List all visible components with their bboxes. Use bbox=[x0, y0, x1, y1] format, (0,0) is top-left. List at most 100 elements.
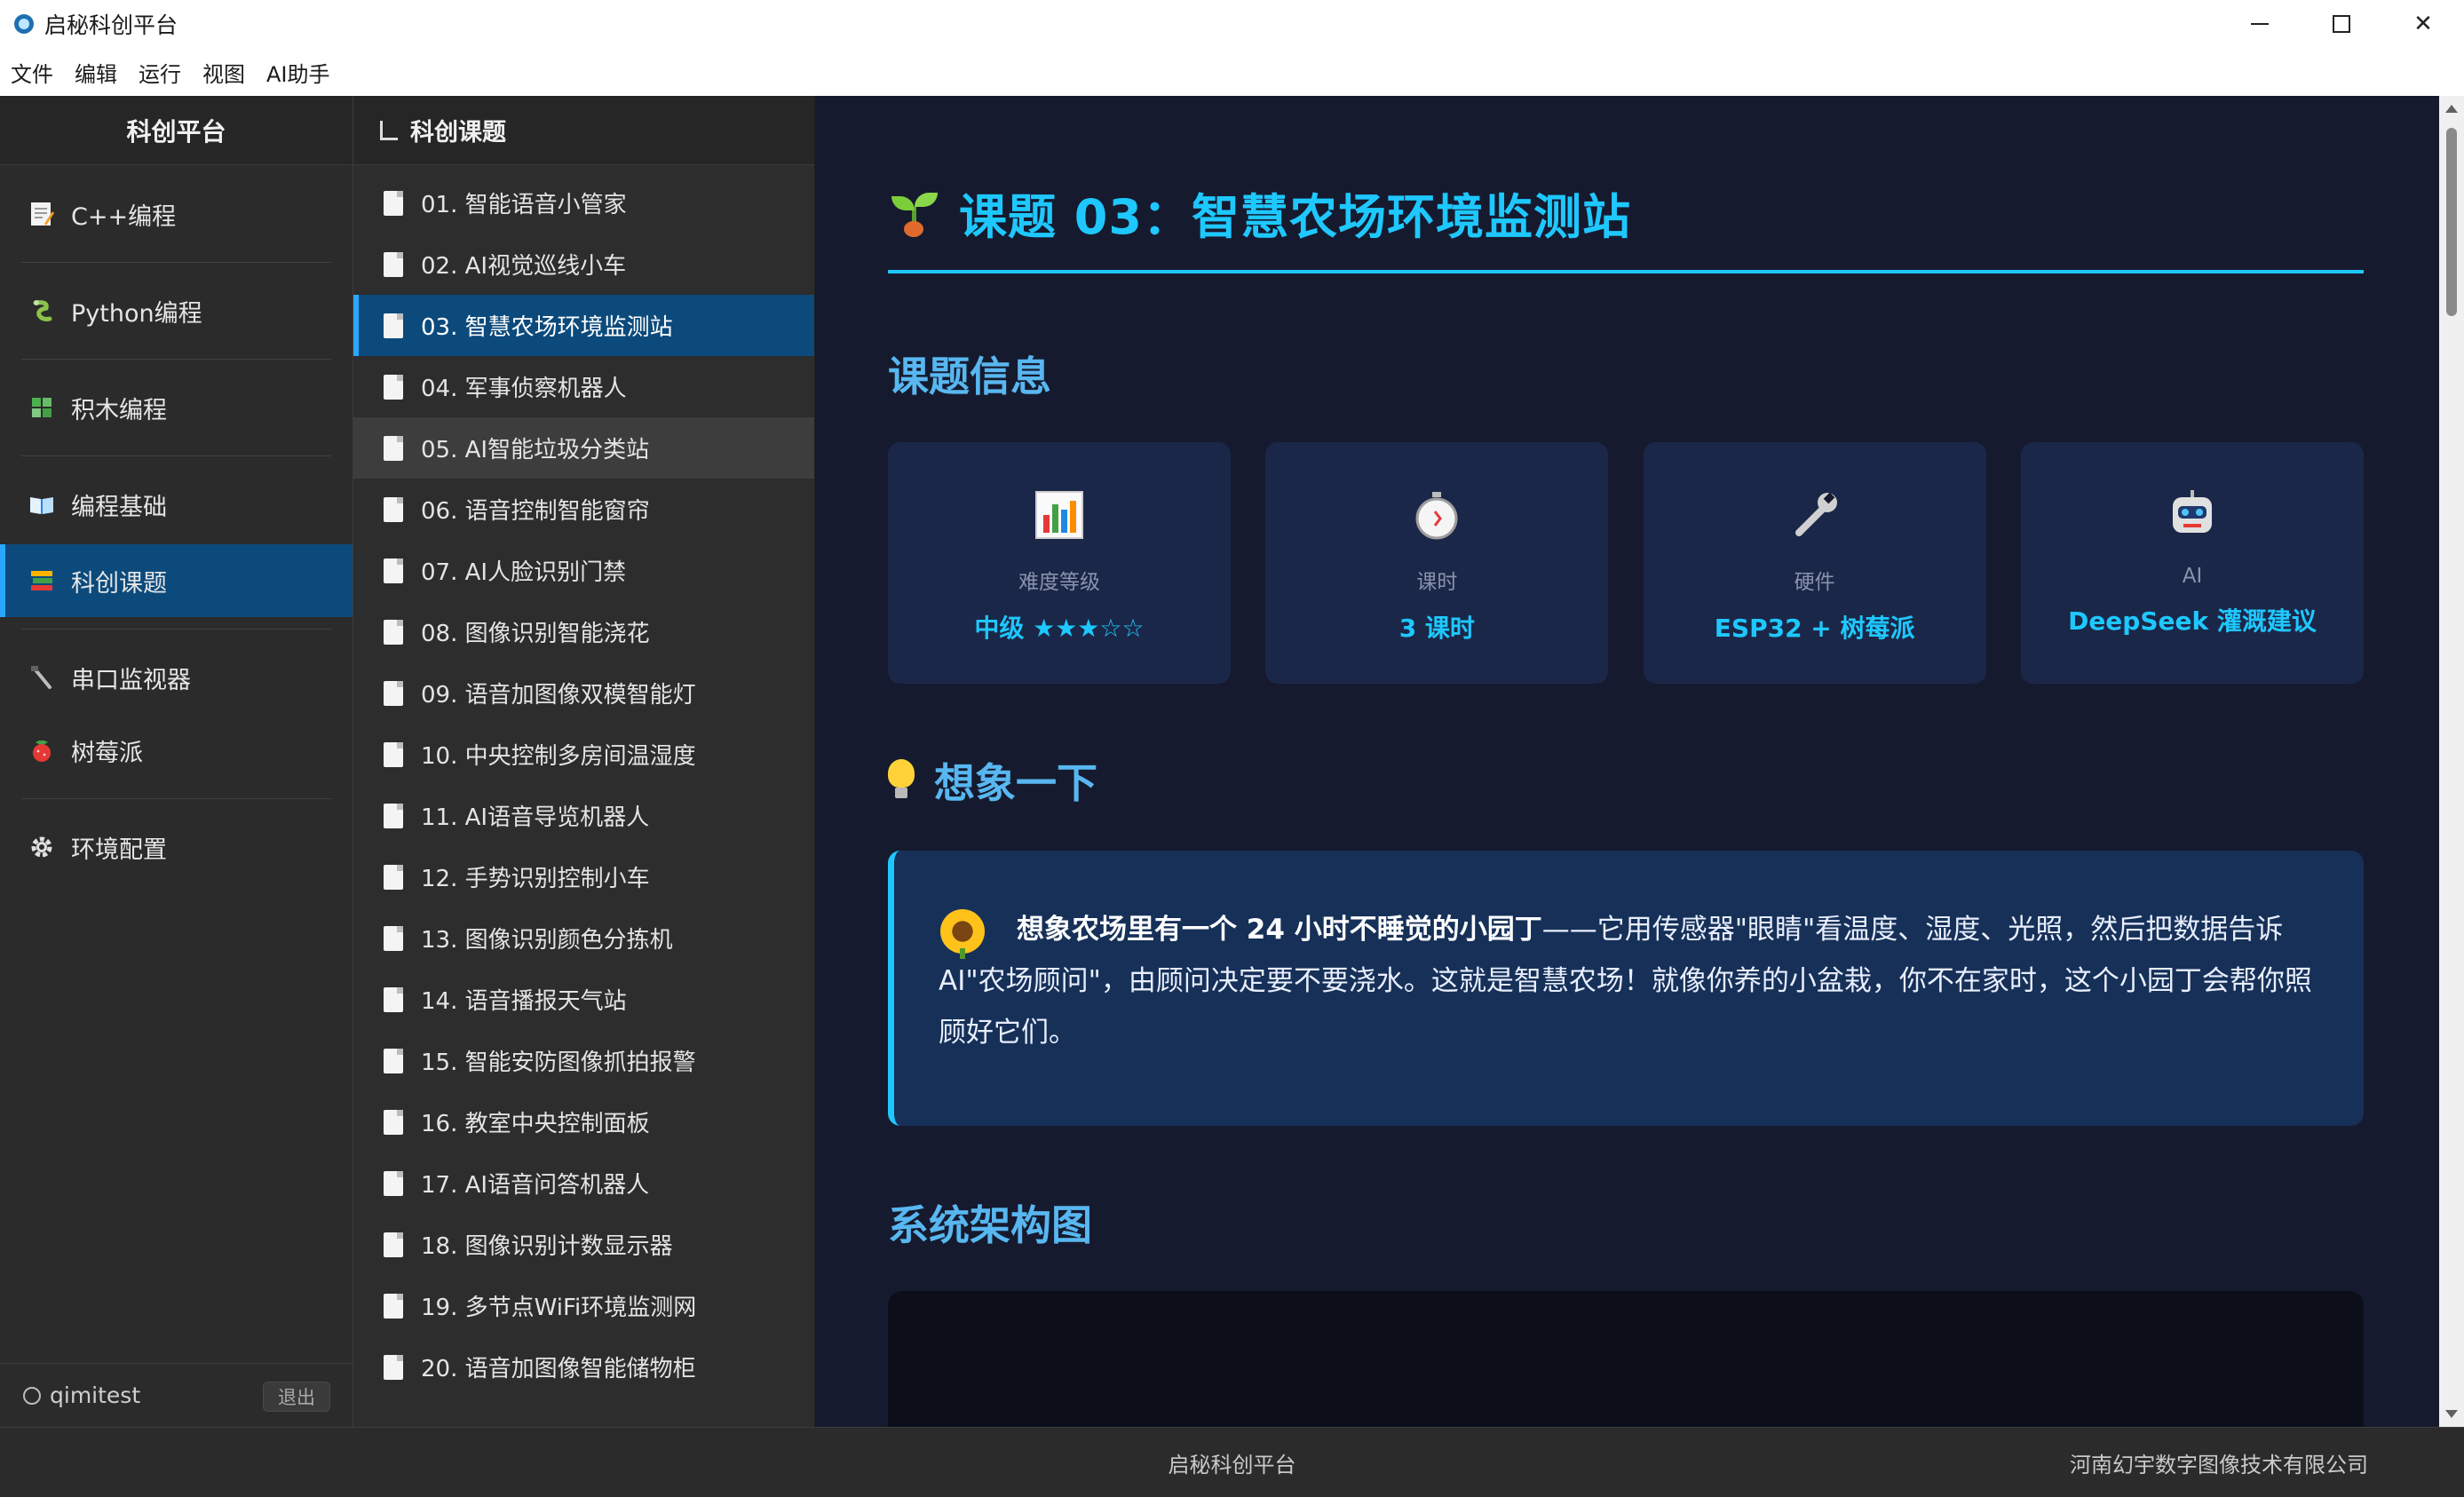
main-content: 课题 03：智慧农场环境监测站 课题信息 难度等级 中级 ★★★☆☆ 课时 3 … bbox=[815, 96, 2439, 1427]
logout-button[interactable]: 退出 bbox=[263, 1382, 330, 1412]
topic-item[interactable]: 12. 手势识别控制小车 bbox=[353, 846, 814, 907]
document-icon bbox=[384, 558, 403, 583]
document-icon bbox=[384, 680, 403, 706]
topic-item-label: 02. AI视觉巡线小车 bbox=[421, 253, 627, 280]
sidebar-item-label: 积木编程 bbox=[71, 396, 167, 424]
sidebar-item-basics[interactable]: 编程基础 bbox=[0, 468, 353, 541]
topic-item[interactable]: 06. 语音控制智能窗帘 bbox=[353, 479, 814, 540]
books-stack-icon bbox=[27, 566, 57, 596]
topic-item[interactable]: 20. 语音加图像智能储物柜 bbox=[353, 1336, 814, 1398]
topic-item[interactable]: 11. AI语音导览机器人 bbox=[353, 785, 814, 846]
topic-item-label: 08. 图像识别智能浇花 bbox=[421, 621, 650, 647]
topic-item[interactable]: 07. AI人脸识别门禁 bbox=[353, 540, 814, 601]
divider bbox=[21, 359, 331, 360]
document-icon bbox=[384, 374, 403, 400]
snake-icon bbox=[27, 296, 57, 326]
menu-view[interactable]: 视图 bbox=[202, 57, 245, 88]
topic-item[interactable]: 03. 智慧农场环境监测站 bbox=[353, 295, 814, 356]
topic-item-label: 12. 手势识别控制小车 bbox=[421, 866, 650, 892]
menu-edit[interactable]: 编辑 bbox=[75, 57, 117, 88]
close-button[interactable]: ✕ bbox=[2382, 0, 2464, 48]
topic-item[interactable]: 01. 智能语音小管家 bbox=[353, 172, 814, 234]
title-divider bbox=[888, 270, 2364, 273]
sidebar-item-topics[interactable]: 科创课题 bbox=[0, 544, 353, 617]
divider bbox=[21, 798, 331, 799]
lightbulb-icon bbox=[888, 759, 915, 802]
scroll-thumb[interactable] bbox=[2446, 128, 2457, 316]
raspberry-icon bbox=[27, 735, 57, 765]
window-controls: ✕ bbox=[2219, 0, 2464, 48]
document-icon bbox=[384, 1170, 403, 1196]
sidebar-item-cpp[interactable]: C++编程 bbox=[0, 178, 353, 250]
vertical-scrollbar[interactable] bbox=[2439, 96, 2464, 1427]
topic-item[interactable]: 14. 语音播报天气站 bbox=[353, 969, 814, 1030]
menu-file[interactable]: 文件 bbox=[11, 57, 53, 88]
topic-item[interactable]: 16. 教室中央控制面板 bbox=[353, 1091, 814, 1152]
memo-icon bbox=[27, 199, 57, 229]
topic-item[interactable]: 10. 中央控制多房间温湿度 bbox=[353, 724, 814, 785]
gear-icon bbox=[27, 832, 57, 862]
sidebar-header: 科创平台 bbox=[0, 96, 353, 165]
document-icon bbox=[384, 619, 403, 645]
document-icon bbox=[384, 803, 403, 828]
username: qimitest bbox=[50, 1382, 141, 1408]
sidebar-item-serial-monitor[interactable]: 串口监视器 bbox=[0, 641, 353, 714]
topic-item-label: 01. 智能语音小管家 bbox=[421, 192, 627, 218]
bar-chart-icon bbox=[1033, 488, 1086, 542]
title-bar: 启秘科创平台 ✕ bbox=[0, 0, 2464, 48]
topic-item-label: 17. AI语音问答机器人 bbox=[421, 1172, 650, 1199]
menu-run[interactable]: 运行 bbox=[139, 57, 181, 88]
topic-item-label: 03. 智慧农场环境监测站 bbox=[421, 314, 673, 341]
architecture-diagram bbox=[888, 1291, 2364, 1427]
topic-item[interactable]: 05. AI智能垃圾分类站 bbox=[353, 417, 814, 479]
topic-item[interactable]: 15. 智能安防图像抓拍报警 bbox=[353, 1030, 814, 1091]
user-panel: qimitest 退出 bbox=[0, 1363, 353, 1427]
topic-list: 01. 智能语音小管家 02. AI视觉巡线小车 03. 智慧农场环境监测站 04. … bbox=[353, 165, 814, 1398]
divider bbox=[21, 629, 331, 630]
topic-item[interactable]: 08. 图像识别智能浇花 bbox=[353, 601, 814, 662]
close-icon: ✕ bbox=[2413, 11, 2433, 37]
sidebar-item-raspberry-pi[interactable]: 树莓派 bbox=[0, 714, 353, 787]
sidebar: 科创平台 C++编程 Python编程 积木编程 编程基础 科创课题 串口监视器… bbox=[0, 96, 353, 1427]
topic-item-label: 19. 多节点WiFi环境监测网 bbox=[421, 1295, 697, 1321]
topic-item[interactable]: 13. 图像识别颜色分拣机 bbox=[353, 907, 814, 969]
topic-item[interactable]: 09. 语音加图像双模智能灯 bbox=[353, 662, 814, 724]
topic-item[interactable]: 02. AI视觉巡线小车 bbox=[353, 234, 814, 295]
menu-ai-assistant[interactable]: AI助手 bbox=[266, 57, 330, 88]
card-label: AI bbox=[2182, 565, 2203, 588]
sidebar-item-python[interactable]: Python编程 bbox=[0, 274, 353, 347]
document-icon bbox=[384, 313, 403, 338]
sidebar-item-label: 串口监视器 bbox=[71, 666, 191, 694]
sidebar-item-label: 科创课题 bbox=[71, 569, 167, 598]
stopwatch-icon bbox=[1410, 488, 1463, 542]
topic-item-label: 06. 语音控制智能窗帘 bbox=[421, 498, 650, 525]
minimize-button[interactable] bbox=[2219, 0, 2301, 48]
topic-list-panel: 科创课题 01. 智能语音小管家 02. AI视觉巡线小车 03. 智慧农场环境监测… bbox=[353, 96, 815, 1427]
topic-item-label: 11. AI语音导览机器人 bbox=[421, 804, 650, 831]
sidebar-item-environment[interactable]: 环境配置 bbox=[0, 811, 353, 883]
topic-item-label: 14. 语音播报天气站 bbox=[421, 988, 627, 1015]
sidebar-item-blocks[interactable]: 积木编程 bbox=[0, 371, 353, 444]
topic-item-label: 15. 智能安防图像抓拍报警 bbox=[421, 1049, 696, 1076]
status-bar: 启秘科创平台 河南幻宇数字图像技术有限公司 bbox=[0, 1427, 2464, 1497]
scroll-down-arrow-icon[interactable] bbox=[2445, 1410, 2458, 1418]
topic-item[interactable]: 17. AI语音问答机器人 bbox=[353, 1152, 814, 1214]
info-cards: 难度等级 中级 ★★★☆☆ 课时 3 课时 硬件 ESP32 + 树莓派 AI … bbox=[888, 442, 2364, 684]
topic-item[interactable]: 18. 图像识别计数显示器 bbox=[353, 1214, 814, 1275]
topic-item-label: 07. AI人脸识别门禁 bbox=[421, 559, 627, 586]
document-icon bbox=[384, 496, 403, 522]
document-icon bbox=[384, 251, 403, 277]
user-icon bbox=[23, 1386, 41, 1405]
sidebar-item-label: 环境配置 bbox=[71, 836, 167, 864]
page-title: 课题 03：智慧农场环境监测站 bbox=[888, 178, 1631, 248]
topic-item-label: 16. 教室中央控制面板 bbox=[421, 1111, 650, 1137]
maximize-icon bbox=[2333, 15, 2350, 33]
sidebar-item-label: 树莓派 bbox=[71, 739, 143, 767]
topic-item-label: 09. 语音加图像双模智能灯 bbox=[421, 682, 696, 709]
maximize-button[interactable] bbox=[2301, 0, 2382, 48]
card-label: 硬件 bbox=[1794, 571, 1835, 594]
topic-item[interactable]: 19. 多节点WiFi环境监测网 bbox=[353, 1275, 814, 1336]
scroll-up-arrow-icon[interactable] bbox=[2445, 105, 2458, 113]
topic-list-title: 科创课题 bbox=[410, 119, 506, 147]
topic-item[interactable]: 04. 军事侦察机器人 bbox=[353, 356, 814, 417]
